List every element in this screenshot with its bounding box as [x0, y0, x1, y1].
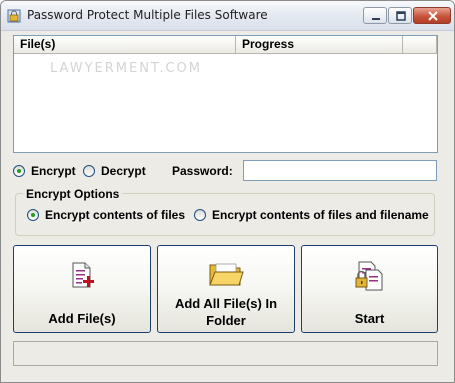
client-area: File(s) Progress LAWYERMENT.COM Encrypt … — [1, 32, 454, 382]
minimize-icon — [372, 18, 380, 20]
lock-start-icon — [355, 261, 382, 291]
start-label: Start — [354, 311, 385, 326]
app-icon — [7, 9, 21, 23]
folder-icon — [209, 263, 244, 286]
close-icon — [428, 11, 438, 21]
encrypt-contents-and-filename-radio-dot[interactable] — [194, 209, 206, 221]
maximize-button[interactable] — [388, 7, 412, 24]
maximize-icon — [396, 11, 406, 21]
watermark-text: LAWYERMENT.COM — [50, 61, 202, 76]
column-header-filler — [403, 36, 437, 54]
add-all-files-label-line-2: Folder — [206, 313, 246, 328]
decrypt-radio-dot[interactable] — [83, 165, 95, 177]
start-button[interactable]: Start — [301, 245, 438, 333]
encrypt-contents-and-filename-radio[interactable]: Encrypt contents of files and filename — [194, 208, 429, 222]
add-all-files-label-line-1: Add All File(s) In — [174, 296, 278, 311]
column-header-files[interactable]: File(s) — [14, 36, 236, 54]
status-bar — [13, 341, 438, 366]
file-list[interactable]: File(s) Progress LAWYERMENT.COM — [13, 35, 438, 153]
add-all-files-label: Add All File(s) In Folder — [158, 295, 294, 329]
add-all-files-in-folder-button[interactable]: Add All File(s) In Folder — [157, 245, 295, 333]
file-list-header: File(s) Progress — [14, 36, 437, 54]
password-input[interactable] — [243, 160, 437, 181]
encrypt-contents-radio-label: Encrypt contents of files — [45, 208, 186, 222]
encrypt-radio[interactable]: Encrypt — [13, 164, 76, 178]
window-title: Password Protect Multiple Files Software — [27, 8, 268, 22]
app-window: Password Protect Multiple Files Software… — [0, 0, 455, 383]
decrypt-radio-label: Decrypt — [101, 164, 146, 178]
minimize-button[interactable] — [363, 7, 387, 24]
column-header-progress[interactable]: Progress — [236, 36, 403, 54]
add-file-icon — [72, 262, 94, 288]
encrypt-radio-dot[interactable] — [13, 165, 25, 177]
encrypt-contents-radio-dot[interactable] — [27, 209, 39, 221]
close-button[interactable] — [413, 7, 451, 24]
add-files-button[interactable]: Add File(s) — [13, 245, 151, 333]
add-files-label: Add File(s) — [48, 311, 116, 326]
encrypt-contents-radio[interactable]: Encrypt contents of files — [27, 208, 185, 222]
encrypt-contents-and-filename-radio-label: Encrypt contents of files and filename — [212, 208, 429, 222]
decrypt-radio[interactable]: Decrypt — [83, 164, 146, 178]
encrypt-radio-label: Encrypt — [31, 164, 76, 178]
encrypt-options-legend: Encrypt Options — [23, 187, 123, 201]
password-label: Password: — [172, 164, 233, 178]
title-bar[interactable]: Password Protect Multiple Files Software — [1, 1, 454, 31]
